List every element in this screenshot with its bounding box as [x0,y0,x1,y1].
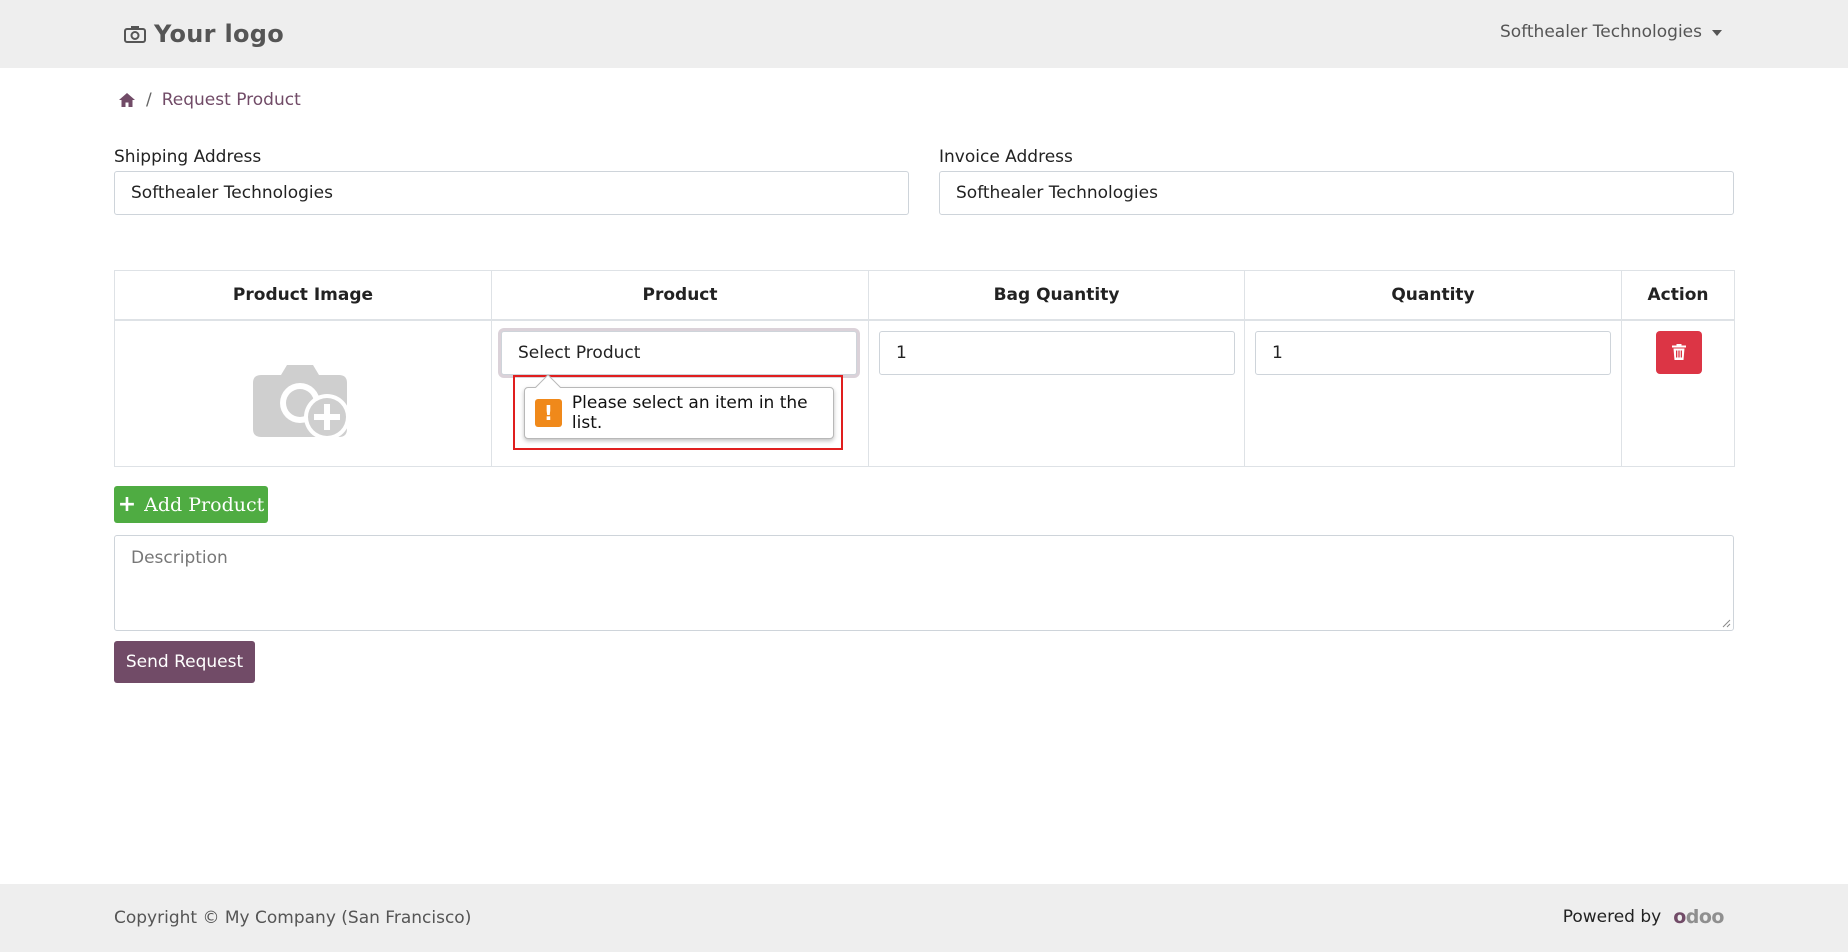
trash-icon [1672,344,1686,360]
validation-tooltip: ! Please select an item in the list. [524,373,834,439]
shipping-address-input[interactable]: Softhealer Technologies [114,171,909,215]
user-name: Softhealer Technologies [1500,22,1702,42]
logo[interactable]: Your logo [116,12,288,56]
warning-icon: ! [535,398,562,427]
add-product-label: Add Product [144,493,265,516]
breadcrumb-separator: / [146,90,152,110]
odoo-logo-rest: doo [1685,906,1725,928]
breadcrumb-current[interactable]: Request Product [162,90,301,110]
send-request-button[interactable]: Send Request [114,641,255,683]
header-bag-quantity: Bag Quantity [868,270,1245,321]
home-icon[interactable] [118,92,136,108]
top-navbar: Your logo Softhealer Technologies [0,0,1848,68]
header-product-image: Product Image [114,270,492,321]
action-cell [1621,319,1735,467]
product-select[interactable]: Select Product [501,330,857,375]
user-menu-dropdown[interactable]: Softhealer Technologies [1500,22,1722,42]
caret-down-icon [1712,30,1722,36]
odoo-logo-o: o [1673,906,1686,928]
shipping-address-label: Shipping Address [114,147,262,167]
product-table: Product Image Product Bag Quantity Quant… [114,270,1735,467]
powered-by[interactable]: Powered by odoo [1562,906,1725,928]
bag-quantity-input[interactable]: 1 [879,330,1235,375]
add-image-camera-icon[interactable] [253,355,355,441]
validation-message: Please select an item in the list. [571,392,808,433]
table-header-row: Product Image Product Bag Quantity Quant… [114,270,1735,321]
header-action: Action [1621,270,1735,321]
description-placeholder: Description [131,548,228,568]
logo-text: Your logo [154,20,285,48]
plus-icon: + [117,491,137,517]
header-product: Product [491,270,869,321]
product-image-cell [114,319,492,467]
add-product-button[interactable]: + Add Product [114,486,268,523]
header-quantity: Quantity [1244,270,1622,321]
quantity-input[interactable]: 1 [1255,330,1611,375]
invoice-address-label: Invoice Address [939,147,1073,167]
description-textarea[interactable]: Description [114,535,1734,631]
breadcrumb: / Request Product [118,90,301,110]
powered-by-label: Powered by [1562,907,1662,927]
product-cell: Select Product ! Please select an item i… [491,319,869,467]
quantity-cell: 1 [1244,319,1622,467]
bag-quantity-cell: 1 [868,319,1245,467]
resize-grip-icon[interactable] [1721,618,1731,628]
odoo-logo: odoo [1673,906,1724,928]
camera-icon [124,26,146,43]
footer: Copyright © My Company (San Francisco) P… [0,884,1848,952]
copyright-text: Copyright © My Company (San Francisco) [114,908,472,928]
invoice-address-input[interactable]: Softhealer Technologies [939,171,1734,215]
table-row: Select Product ! Please select an item i… [114,319,1735,467]
delete-row-button[interactable] [1656,330,1702,374]
